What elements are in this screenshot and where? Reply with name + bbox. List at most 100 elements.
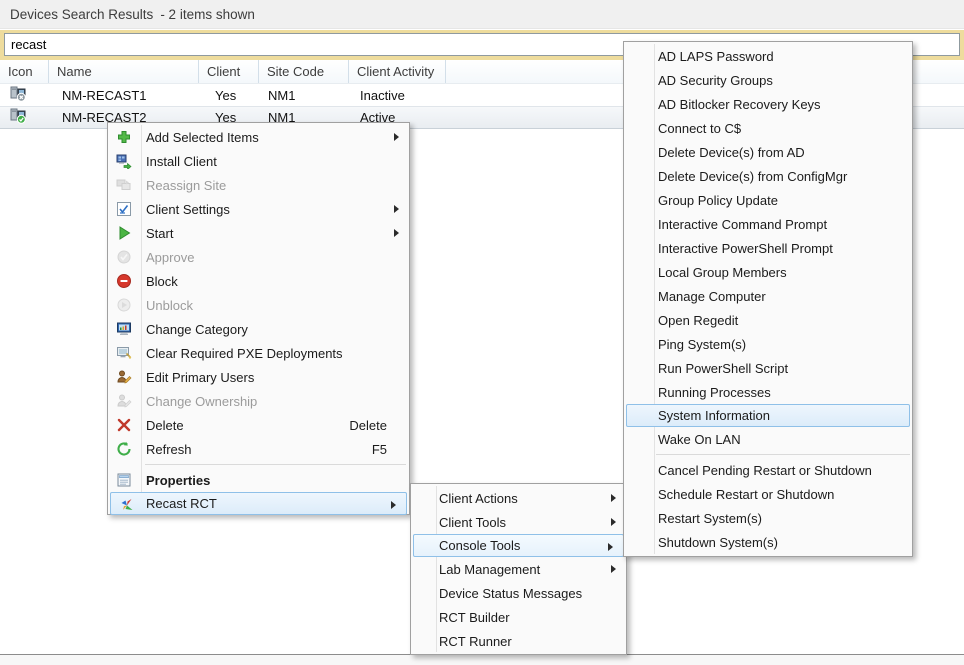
menu-item-group-policy-update[interactable]: Group Policy Update — [624, 188, 912, 212]
menu-item-rct-builder[interactable]: RCT Builder — [411, 605, 626, 629]
recast-rct-icon — [119, 497, 135, 513]
menu-item-ad-bitlocker-recovery-keys[interactable]: AD Bitlocker Recovery Keys — [624, 92, 912, 116]
menu-item-properties[interactable]: Properties — [108, 468, 409, 492]
menu-item-label: Group Policy Update — [658, 193, 778, 208]
menu-item-recast-rct[interactable]: Recast RCT — [110, 492, 407, 515]
unblock-icon — [116, 297, 132, 313]
client-settings-icon — [116, 201, 132, 217]
menu-item-delete-devices-from-ad[interactable]: Delete Device(s) from AD — [624, 140, 912, 164]
menu-item-start[interactable]: Start — [108, 221, 409, 245]
menu-item-label: Interactive Command Prompt — [658, 217, 827, 232]
properties-icon — [116, 472, 132, 488]
menu-item-label: Client Tools — [439, 515, 506, 530]
device-inactive-icon — [10, 86, 26, 105]
menu-item-change-category[interactable]: Change Category — [108, 317, 409, 341]
menu-item-ping-systems[interactable]: Ping System(s) — [624, 332, 912, 356]
submenu-arrow-icon — [394, 229, 399, 237]
menu-item-unblock: Unblock — [108, 293, 409, 317]
menu-item-restart-systems[interactable]: Restart System(s) — [624, 506, 912, 530]
menu-item-label: Delete — [146, 418, 184, 433]
menu-item-ad-laps-password[interactable]: AD LAPS Password — [624, 44, 912, 68]
menu-item-cancel-pending-restart-or-shutdown[interactable]: Cancel Pending Restart or Shutdown — [624, 458, 912, 482]
column-header-site-code[interactable]: Site Code — [259, 60, 349, 83]
menu-item-label: Wake On LAN — [658, 432, 741, 447]
menu-item-lab-management[interactable]: Lab Management — [411, 557, 626, 581]
menu-item-edit-primary-users[interactable]: Edit Primary Users — [108, 365, 409, 389]
menu-item-open-regedit[interactable]: Open Regedit — [624, 308, 912, 332]
reassign-site-icon — [116, 177, 132, 193]
menu-item-label: Block — [146, 274, 178, 289]
menu-item-client-tools[interactable]: Client Tools — [411, 510, 626, 534]
change-category-icon — [116, 321, 132, 337]
menu-item-label: Install Client — [146, 154, 217, 169]
submenu-arrow-icon — [391, 501, 396, 509]
approve-icon — [116, 249, 132, 265]
edit-primary-users-icon — [116, 369, 132, 385]
menu-item-block[interactable]: Block — [108, 269, 409, 293]
menu-item-delete-devices-from-configmgr[interactable]: Delete Device(s) from ConfigMgr — [624, 164, 912, 188]
device-active-icon — [10, 108, 26, 127]
menu-item-label: Start — [146, 226, 173, 241]
menu-item-clear-required-pxe-deployments[interactable]: Clear Required PXE Deployments — [108, 341, 409, 365]
menu-item-run-powershell-script[interactable]: Run PowerShell Script — [624, 356, 912, 380]
menu-item-label: Delete Device(s) from ConfigMgr — [658, 169, 847, 184]
menu-item-ad-security-groups[interactable]: AD Security Groups — [624, 68, 912, 92]
menu-item-client-settings[interactable]: Client Settings — [108, 197, 409, 221]
column-header-icon[interactable]: Icon — [0, 60, 49, 83]
menu-item-client-actions[interactable]: Client Actions — [411, 486, 626, 510]
clear-pxe-icon — [116, 345, 132, 361]
add-plus-icon — [116, 129, 132, 145]
menu-item-local-group-members[interactable]: Local Group Members — [624, 260, 912, 284]
console-tools-menu: AD LAPS Password AD Security Groups AD B… — [623, 41, 913, 557]
menu-item-label: AD Security Groups — [658, 73, 773, 88]
menu-item-label: Lab Management — [439, 562, 540, 577]
submenu-arrow-icon — [611, 565, 616, 573]
menu-item-device-status-messages[interactable]: Device Status Messages — [411, 581, 626, 605]
menu-item-label: Approve — [146, 250, 194, 265]
menu-item-label: Cancel Pending Restart or Shutdown — [658, 463, 872, 478]
device-name: NM-RECAST1 — [49, 84, 199, 106]
menu-item-schedule-restart-or-shutdown[interactable]: Schedule Restart or Shutdown — [624, 482, 912, 506]
menu-item-label: Schedule Restart or Shutdown — [658, 487, 834, 502]
menu-item-manage-computer[interactable]: Manage Computer — [624, 284, 912, 308]
install-client-icon — [116, 153, 132, 169]
menu-item-label: Edit Primary Users — [146, 370, 254, 385]
menu-item-rct-runner[interactable]: RCT Runner — [411, 629, 626, 653]
menu-item-label: Open Regedit — [658, 313, 738, 328]
submenu-arrow-icon — [611, 494, 616, 502]
menu-item-interactive-command-prompt[interactable]: Interactive Command Prompt — [624, 212, 912, 236]
column-header-client-activity[interactable]: Client Activity — [349, 60, 446, 83]
menu-item-shortcut: Delete — [349, 418, 387, 433]
menu-item-refresh[interactable]: Refresh F5 — [108, 437, 409, 461]
menu-item-install-client[interactable]: Install Client — [108, 149, 409, 173]
menu-item-label: Clear Required PXE Deployments — [146, 346, 343, 361]
menu-item-label: Run PowerShell Script — [658, 361, 788, 376]
menu-item-label: Device Status Messages — [439, 586, 582, 601]
menu-item-system-information[interactable]: System Information — [626, 404, 910, 427]
items-shown-count: - 2 items shown — [160, 7, 255, 22]
menu-item-connect-to-c-dollar[interactable]: Connect to C$ — [624, 116, 912, 140]
menu-item-shutdown-systems[interactable]: Shutdown System(s) — [624, 530, 912, 554]
menu-item-label: Restart System(s) — [658, 511, 762, 526]
menu-item-label: Add Selected Items — [146, 130, 259, 145]
menu-item-running-processes[interactable]: Running Processes — [624, 380, 912, 404]
menu-item-label: Console Tools — [439, 538, 520, 553]
menu-item-interactive-powershell-prompt[interactable]: Interactive PowerShell Prompt — [624, 236, 912, 260]
menu-item-wake-on-lan[interactable]: Wake On LAN — [624, 427, 912, 451]
menu-item-console-tools[interactable]: Console Tools — [413, 534, 624, 557]
menu-item-add-selected-items[interactable]: Add Selected Items — [108, 125, 409, 149]
delete-icon — [116, 417, 132, 433]
device-client: Yes — [199, 84, 259, 106]
menu-item-label: Local Group Members — [658, 265, 787, 280]
column-header-client[interactable]: Client — [199, 60, 259, 83]
submenu-arrow-icon — [611, 518, 616, 526]
refresh-icon — [116, 441, 132, 457]
menu-item-label: System Information — [658, 408, 770, 423]
menu-item-label: Client Settings — [146, 202, 230, 217]
menu-item-label: AD Bitlocker Recovery Keys — [658, 97, 821, 112]
menu-item-delete[interactable]: Delete Delete — [108, 413, 409, 437]
column-header-name[interactable]: Name — [49, 60, 199, 83]
menu-item-label: Change Ownership — [146, 394, 257, 409]
menu-item-label: RCT Runner — [439, 634, 512, 649]
device-client-activity: Inactive — [349, 84, 446, 106]
